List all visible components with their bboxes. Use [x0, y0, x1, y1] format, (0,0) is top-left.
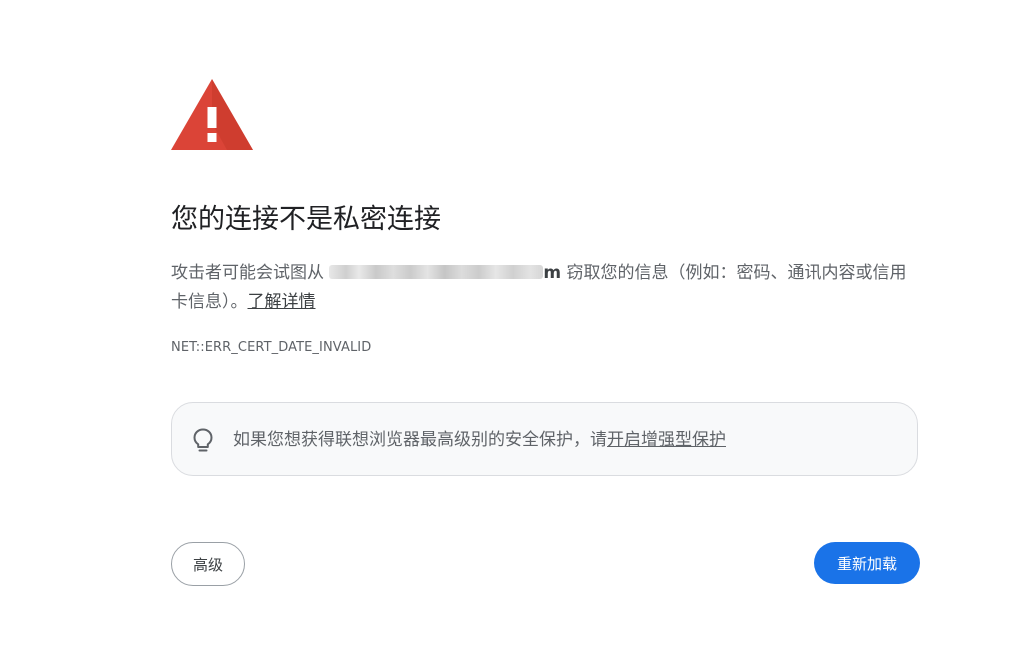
advanced-button[interactable]: 高级: [171, 542, 245, 586]
warning-triangle-icon: [171, 79, 253, 150]
error-description: 攻击者可能会试图从 m 窃取您的信息（例如：密码、通讯内容或信用卡信息）。了解详…: [171, 259, 916, 317]
enhanced-protection-text: 如果您想获得联想浏览器最高级别的安全保护，请开启增强型保护: [233, 426, 726, 454]
description-prefix: 攻击者可能会试图从: [171, 263, 330, 283]
error-code: NET::ERR_CERT_DATE_INVALID: [171, 340, 372, 355]
enhanced-protection-banner: 如果您想获得联想浏览器最高级别的安全保护，请开启增强型保护: [171, 402, 918, 476]
lightbulb-icon: [192, 428, 214, 452]
interstitial-page: 您的连接不是私密连接 攻击者可能会试图从 m 窃取您的信息（例如：密码、通讯内容…: [171, 0, 920, 650]
learn-more-link[interactable]: 了解详情: [248, 292, 316, 312]
page-title: 您的连接不是私密连接: [171, 204, 441, 235]
enable-enhanced-protection-link[interactable]: 开启增强型保护: [607, 430, 726, 450]
reload-button[interactable]: 重新加载: [814, 542, 920, 584]
domain-visible-tail: m: [543, 263, 562, 283]
redacted-domain: [329, 265, 544, 279]
enhanced-protection-message: 如果您想获得联想浏览器最高级别的安全保护，请: [233, 430, 607, 450]
